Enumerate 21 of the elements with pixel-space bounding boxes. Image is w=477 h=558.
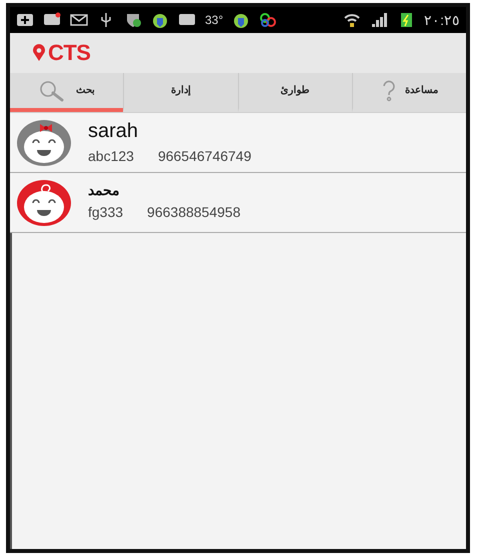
clock: ٢٠:٢٥	[424, 10, 460, 30]
signal-icon	[370, 12, 388, 28]
contact-name: sarah	[88, 118, 140, 144]
tab[interactable]: طوارئ	[238, 73, 352, 112]
rings-icon	[259, 12, 278, 28]
contact-code: fg333	[88, 202, 124, 222]
tab[interactable]: إدارة	[123, 73, 238, 112]
contact-code: abc123	[88, 146, 134, 166]
phone-number: 966546746749	[158, 146, 252, 166]
shield-icon	[124, 12, 142, 28]
app-logo: CTS	[48, 42, 90, 64]
tab[interactable]: مساعدة	[352, 73, 466, 112]
wifi-icon	[343, 12, 362, 28]
help-icon	[380, 80, 397, 102]
phone-number: 966388854958	[147, 202, 240, 222]
location-pin-icon	[32, 44, 46, 62]
temperature: 33°	[205, 12, 224, 29]
mail-icon	[70, 12, 88, 28]
plus-icon	[16, 12, 34, 28]
contact-row[interactable]: sarah abc123 966546746749	[10, 113, 466, 173]
contact-name: محمد	[88, 182, 121, 200]
